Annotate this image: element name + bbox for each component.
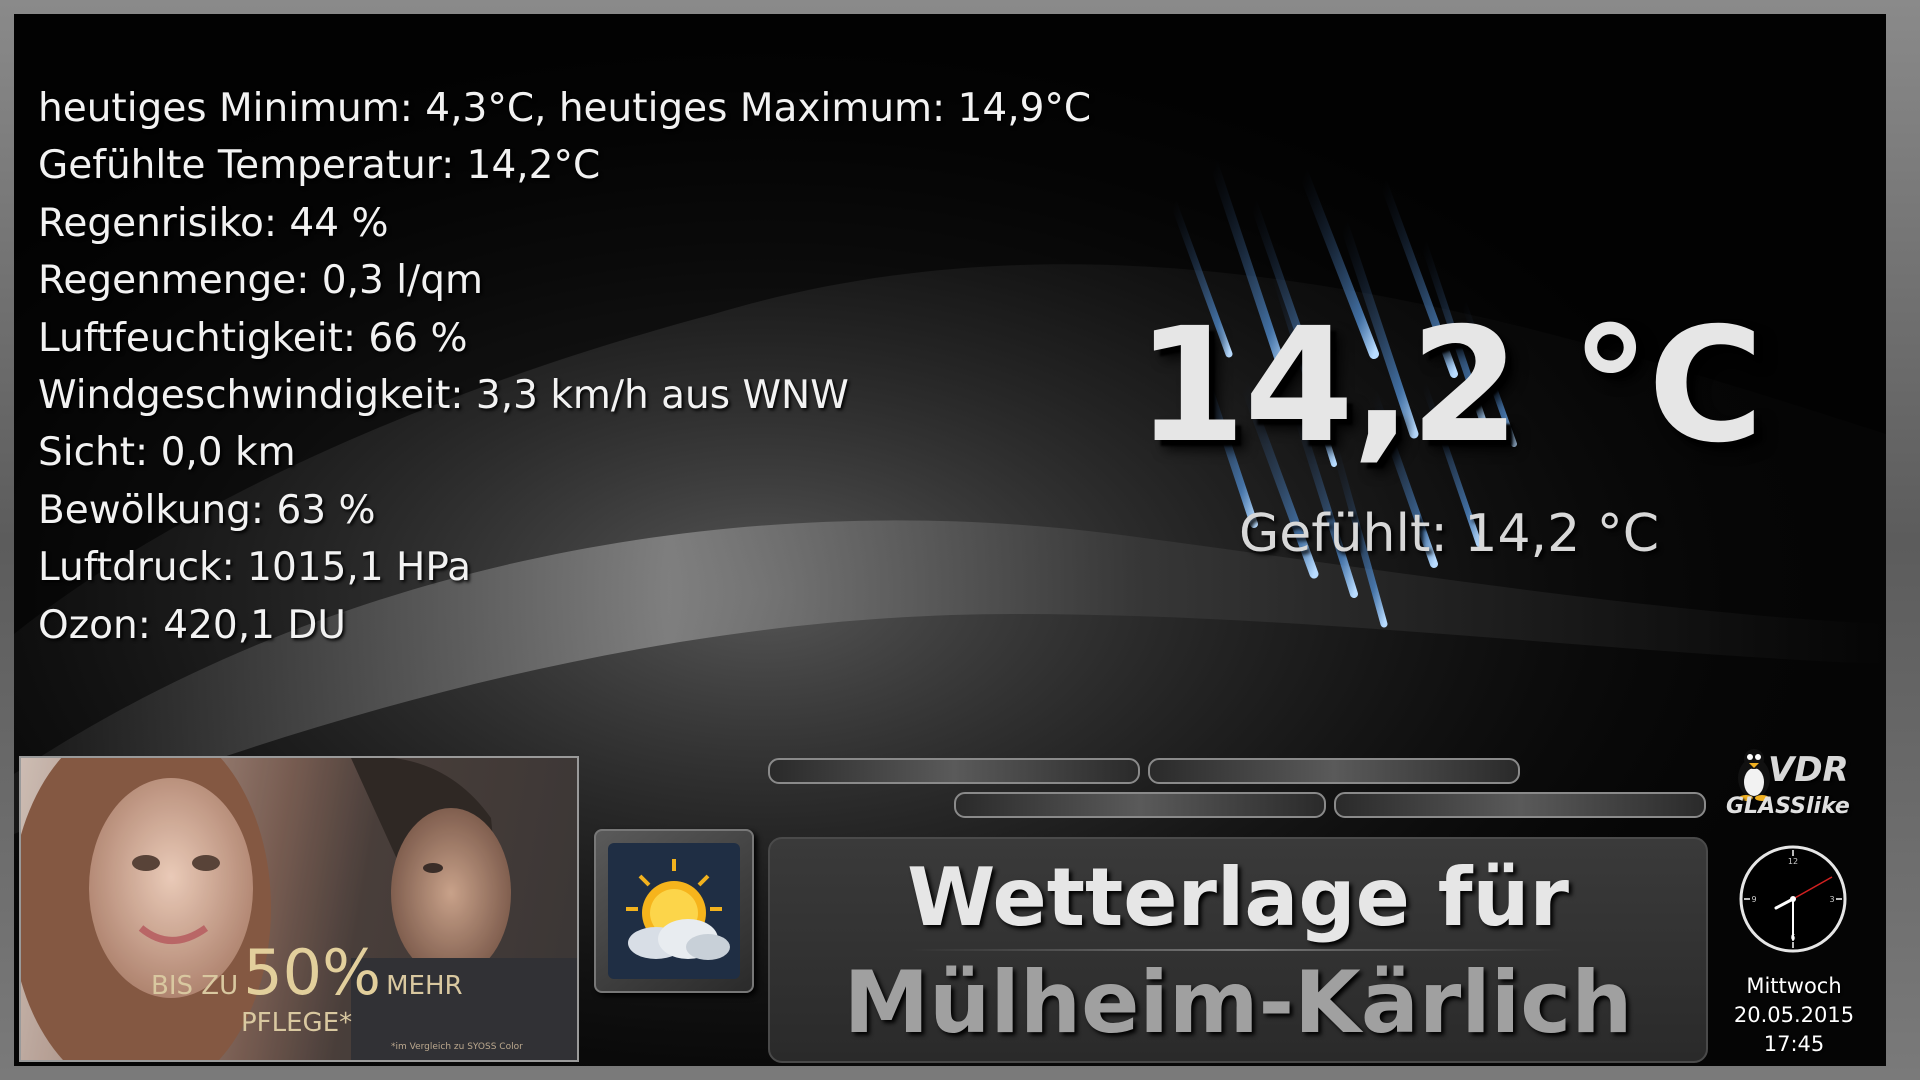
weather-details-list: heutiges Minimum: 4,3°C, heutiges Maximu…	[38, 80, 1091, 654]
detail-rain-amount: Regenmenge: 0,3 l/qm	[38, 258, 483, 304]
detail-feels-like: Gefühlte Temperatur: 14,2°C	[38, 143, 601, 189]
detail-min-max: heutiges Minimum: 4,3°C, heutiges Maximu…	[38, 86, 1092, 131]
weather-screen: heutiges Minimum: 4,3°C, heutiges Maximu…	[14, 14, 1886, 1066]
svg-text:12: 12	[1788, 857, 1798, 866]
detail-wind: Windgeschwindigkeit: 3,3 km/h aus WNW	[38, 373, 849, 419]
time-label: 17:45	[1763, 1032, 1825, 1056]
advert-footnote: *im Vergleich zu SYOSS Color	[391, 1042, 523, 1052]
location-title: Wetterlage für	[907, 851, 1569, 944]
advert-percentage: 50%	[243, 936, 382, 1009]
advertisement-image: BIS ZU 50% MEHR PFLEGE* *im Vergleich zu…	[19, 756, 579, 1062]
date-time-block: Mittwoch 20.05.2015 17:45	[1714, 972, 1874, 1059]
location-divider	[910, 949, 1566, 951]
partly-cloudy-sun-icon	[594, 829, 754, 993]
weather-icon-graphic	[608, 843, 740, 979]
detail-ozone: Ozon: 420,1 DU	[38, 602, 346, 648]
weekday-label: Mittwoch	[1746, 974, 1842, 998]
feels-like-temperature: Gefühlt: 14,2 °C	[1238, 504, 1659, 564]
progress-bar-4	[1334, 792, 1706, 818]
progress-bar-2	[1148, 758, 1520, 784]
logo-skin-text: GLASSlike	[1726, 794, 1850, 819]
location-panel: Wetterlage für Mülheim-Kärlich	[768, 837, 1708, 1063]
tv-frame: heutiges Minimum: 4,3°C, heutiges Maximu…	[0, 0, 1920, 1080]
current-temperature: 14,2 °C	[1136, 294, 1764, 478]
advert-suffix: MEHR	[386, 971, 463, 1001]
date-label: 20.05.2015	[1733, 1003, 1855, 1027]
logo-vdr-text: VDR	[1768, 750, 1849, 790]
advert-headline: BIS ZU 50% MEHR	[151, 936, 463, 1009]
detail-cloud-cover: Bewölkung: 63 %	[38, 487, 376, 533]
detail-humidity: Luftfeuchtigkeit: 66 %	[38, 315, 468, 361]
detail-rain-risk: Regenrisiko: 44 %	[38, 200, 389, 246]
progress-bar-1	[768, 758, 1140, 784]
location-city: Mülheim-Kärlich	[843, 953, 1633, 1053]
svg-text:3: 3	[1829, 895, 1834, 904]
advert-prefix: BIS ZU	[151, 971, 239, 1001]
detail-pressure: Luftdruck: 1015,1 HPa	[38, 545, 472, 591]
vdr-glasslike-logo: VDR GLASSlike	[1726, 746, 1850, 836]
progress-bar-3	[954, 792, 1326, 818]
advert-subline: PFLEGE*	[241, 1008, 353, 1038]
analog-clock-icon: 12 3 6 9	[1739, 845, 1847, 953]
detail-visibility: Sicht: 0,0 km	[38, 430, 296, 476]
svg-text:9: 9	[1751, 895, 1756, 904]
